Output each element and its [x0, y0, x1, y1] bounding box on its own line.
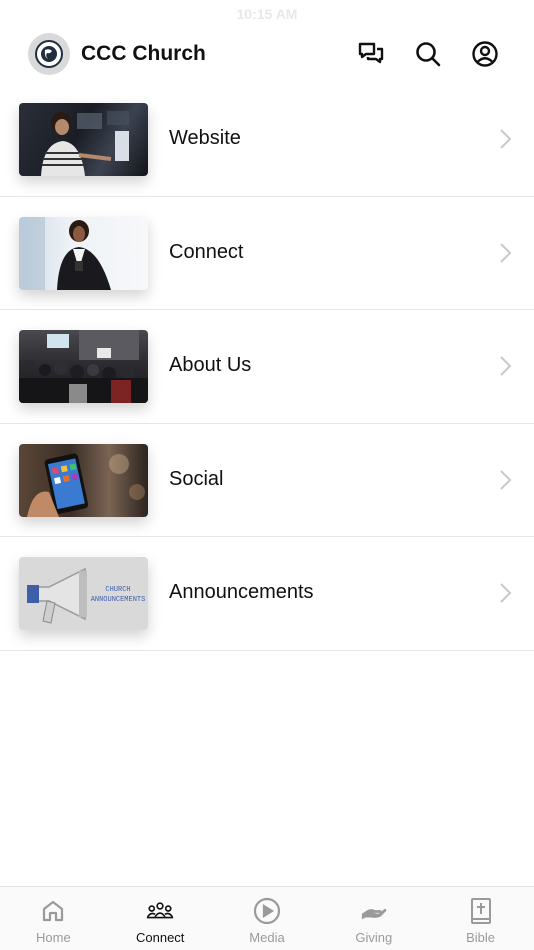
tab-home[interactable]: Home [0, 887, 107, 950]
tab-label: Connect [135, 930, 185, 945]
social-thumbnail [19, 443, 148, 517]
status-bar-time: 10:15 AM [236, 6, 298, 22]
tab-bible[interactable]: Bible [427, 887, 534, 950]
tab-connect[interactable]: Connect [107, 887, 214, 950]
about-us-thumbnail [19, 330, 148, 403]
profile-icon[interactable] [469, 38, 501, 70]
list-item-social[interactable]: Social [0, 424, 534, 537]
connect-list: Website Connect About Us Social CHURCH A… [0, 83, 534, 651]
list-item-label: Announcements [169, 581, 314, 603]
app-header: CCC Church [0, 28, 534, 90]
play-icon [253, 897, 281, 925]
chat-icon[interactable] [355, 38, 387, 70]
website-thumbnail [19, 103, 148, 176]
announcements-thumbnail: CHURCH ANNOUNCEMENTS [19, 557, 148, 630]
tab-label: Home [36, 930, 71, 945]
connect-thumbnail [19, 216, 148, 290]
chevron-right-icon [500, 469, 512, 490]
church-logo[interactable] [28, 33, 70, 75]
list-item-connect[interactable]: Connect [0, 197, 534, 310]
chevron-right-icon [500, 242, 512, 263]
list-item-announcements[interactable]: CHURCH ANNOUNCEMENTS Announcements [0, 537, 534, 651]
thumbnail-caption: ANNOUNCEMENTS [91, 596, 146, 604]
chevron-right-icon [500, 356, 512, 376]
tab-label: Bible [466, 930, 496, 945]
app-title: CCC Church [81, 42, 206, 65]
giving-hand-icon [360, 897, 388, 925]
tab-media[interactable]: Media [214, 887, 321, 950]
bible-icon [467, 897, 495, 925]
bottom-tab-bar: Home Connect Media Giving Bible [0, 886, 534, 950]
chevron-right-icon [500, 129, 512, 149]
tab-label: Media [249, 930, 285, 945]
list-item-label: Website [169, 127, 241, 149]
people-icon [146, 897, 174, 925]
home-icon [39, 897, 67, 925]
chevron-right-icon [500, 583, 512, 603]
list-item-about-us[interactable]: About Us [0, 310, 534, 424]
tab-giving[interactable]: Giving [320, 887, 427, 950]
list-item-website[interactable]: Website [0, 83, 534, 197]
logo-globe-icon [35, 40, 63, 68]
megaphone-icon: CHURCH ANNOUNCEMENTS [27, 567, 146, 624]
list-item-label: Social [169, 467, 224, 490]
search-icon[interactable] [412, 38, 444, 70]
tab-label: Giving [355, 930, 393, 945]
list-item-label: About Us [169, 354, 252, 376]
list-item-label: Connect [169, 240, 244, 263]
thumbnail-caption: CHURCH [105, 586, 130, 594]
